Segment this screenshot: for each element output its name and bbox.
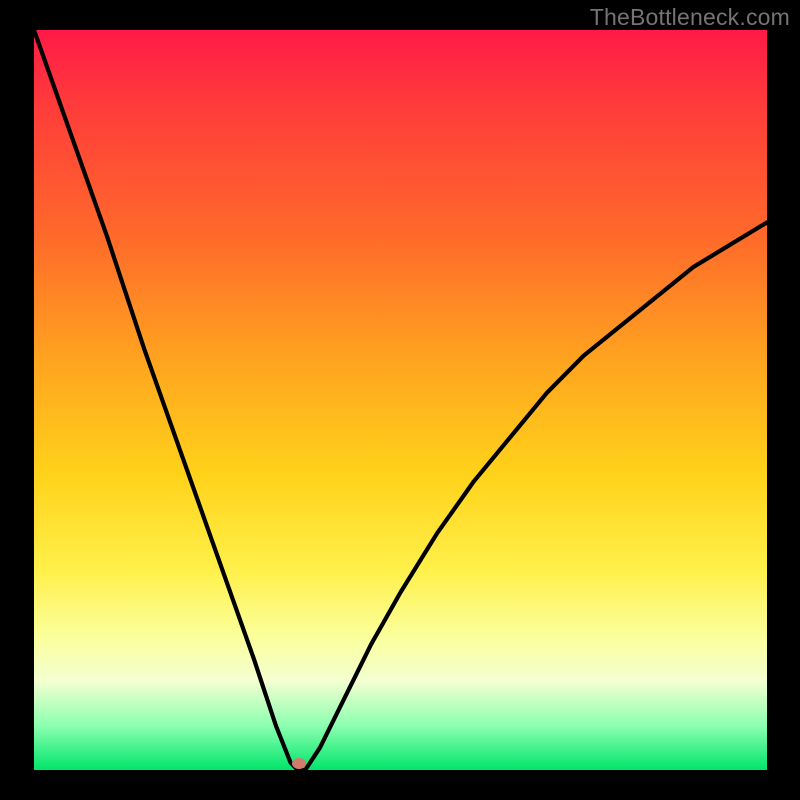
watermark-label: TheBottleneck.com [590, 4, 790, 31]
optimal-point-marker [292, 758, 306, 769]
plot-area [34, 30, 767, 770]
curve-path [34, 30, 767, 770]
chart-frame: TheBottleneck.com [0, 0, 800, 800]
bottleneck-curve [34, 30, 767, 770]
